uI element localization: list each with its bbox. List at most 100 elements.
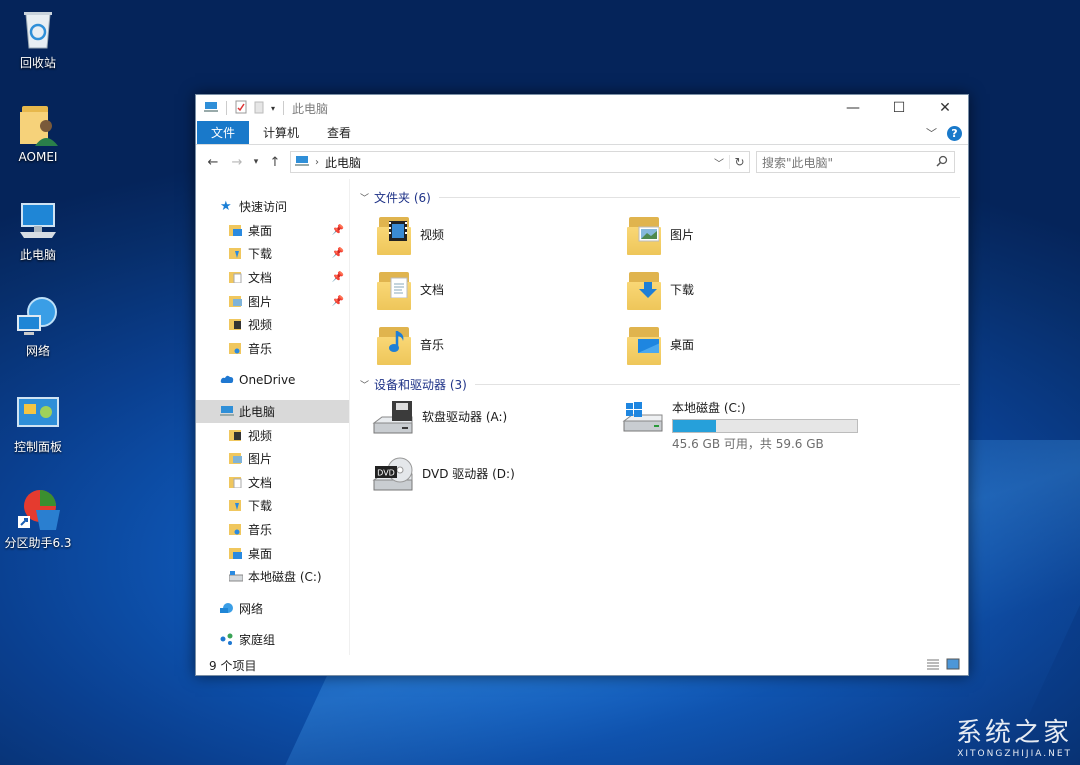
folder-label: 音乐	[420, 337, 445, 352]
nav-pc-pictures[interactable]: 图片	[196, 447, 349, 471]
tab-file[interactable]: 文件	[197, 121, 250, 144]
group-header-devices[interactable]: ﹀ 设备和驱动器 (3)	[360, 375, 960, 393]
group-header-folders[interactable]: ﹀ 文件夹 (6)	[360, 188, 960, 206]
nav-label: OneDrive	[239, 372, 296, 387]
control-panel-icon	[16, 390, 60, 434]
folder-desktop[interactable]: 桌面	[627, 323, 694, 365]
breadcrumb-this-pc[interactable]: 此电脑	[325, 154, 361, 171]
desktop-icon-network[interactable]: 网络	[0, 290, 76, 359]
drive-dvd[interactable]: DVD DVD 驱动器 (D:)	[372, 456, 515, 491]
nav-quick-access[interactable]: ★ 快速访问	[196, 195, 349, 219]
nav-quick-pictures[interactable]: 图片 📌	[196, 289, 349, 313]
desktop-icon-label: 回收站	[19, 56, 56, 70]
folder-videos[interactable]: 视频	[377, 213, 444, 255]
nav-quick-music[interactable]: 音乐	[196, 337, 349, 361]
forward-button[interactable]: →	[226, 151, 248, 173]
desktop-icon-aomei[interactable]: AOMEI	[0, 98, 76, 164]
pictures-folder-icon	[229, 295, 243, 308]
drive-space-text: 45.6 GB 可用，共 59.6 GB	[672, 437, 824, 451]
nav-pc-music[interactable]: 音乐	[196, 518, 349, 542]
dvd-drive-icon: DVD	[372, 456, 414, 491]
pin-icon[interactable]: 📌	[332, 248, 344, 259]
folder-label: 桌面	[670, 337, 695, 352]
this-pc-small-icon	[204, 101, 218, 116]
details-view-icon[interactable]	[926, 658, 940, 673]
customize-quick-access-icon[interactable]: ▾	[271, 104, 275, 113]
maximize-button[interactable]: ☐	[876, 95, 922, 121]
address-dropdown-icon[interactable]: ﹀	[709, 155, 729, 170]
collapse-chevron-icon[interactable]: ﹀	[360, 378, 374, 391]
search-input[interactable]: 搜索"此电脑"	[756, 151, 955, 173]
folder-label: 文档	[420, 282, 445, 297]
documents-folder-icon	[229, 476, 243, 489]
breadcrumb-separator-icon[interactable]: ›	[315, 157, 319, 168]
search-icon	[936, 155, 948, 170]
desktop-icon-label: 分区助手6.3	[4, 536, 72, 550]
minimize-button[interactable]: —	[830, 95, 876, 121]
pin-icon[interactable]: 📌	[332, 225, 344, 236]
watermark: 系统之家 XITONGZHIJIA.NET	[956, 712, 1072, 759]
navigation-bar: ← → ▾ ↑ › 此电脑 ﹀ ↻ 搜索"此电脑"	[196, 145, 968, 179]
pin-icon[interactable]: 📌	[332, 296, 344, 307]
folder-music[interactable]: 音乐	[377, 323, 444, 365]
folder-pictures[interactable]: 图片	[627, 213, 694, 255]
nav-onedrive[interactable]: OneDrive	[196, 368, 349, 392]
desktop-icon-this-pc[interactable]: 此电脑	[0, 194, 76, 263]
item-count: 9 个项目	[209, 658, 257, 673]
nav-pc-documents[interactable]: 文档	[196, 471, 349, 495]
network-icon	[220, 602, 234, 615]
nav-pc-videos[interactable]: 视频	[196, 423, 349, 447]
collapse-chevron-icon[interactable]: ﹀	[360, 191, 374, 204]
nav-this-pc[interactable]: 此电脑	[196, 399, 349, 424]
nav-quick-videos[interactable]: 视频	[196, 313, 349, 337]
drive-floppy[interactable]: 软盘驱动器 (A:)	[372, 399, 507, 434]
back-button[interactable]: ←	[202, 151, 224, 173]
large-icons-view-icon[interactable]	[946, 658, 960, 673]
desktop-icon-recycle-bin[interactable]: 回收站	[0, 2, 76, 71]
videos-folder-icon	[377, 213, 411, 255]
desktop-icon-control-panel[interactable]: 控制面板	[0, 386, 76, 455]
close-button[interactable]: ✕	[922, 95, 968, 121]
drive-local-c[interactable]: 本地磁盘 (C:) 45.6 GB 可用，共 59.6 GB	[622, 399, 858, 452]
tab-view[interactable]: 查看	[313, 121, 365, 144]
nav-label: 图片	[248, 452, 273, 467]
downloads-folder-icon	[229, 247, 243, 260]
nav-pc-desktop[interactable]: 桌面	[196, 541, 349, 565]
videos-folder-icon	[229, 318, 243, 331]
expand-ribbon-chevron-icon[interactable]: ﹀	[926, 125, 937, 141]
desktop-folder-icon	[229, 547, 243, 560]
search-placeholder: 搜索"此电脑"	[762, 155, 834, 170]
dvd-badge: DVD	[377, 469, 395, 478]
nav-quick-downloads[interactable]: 下载 📌	[196, 242, 349, 266]
recent-locations-icon[interactable]: ▾	[250, 151, 262, 173]
help-icon[interactable]: ?	[947, 125, 962, 141]
nav-label: 音乐	[248, 523, 273, 538]
pin-icon[interactable]: 📌	[332, 272, 344, 283]
properties-icon[interactable]	[235, 100, 247, 117]
nav-homegroup[interactable]: 家庭组	[196, 628, 349, 652]
up-button[interactable]: ↑	[264, 151, 286, 173]
new-folder-icon[interactable]	[253, 100, 265, 117]
folder-documents[interactable]: 文档	[377, 268, 444, 310]
pictures-folder-icon	[627, 213, 661, 255]
nav-label: 网络	[239, 601, 264, 616]
nav-pc-downloads[interactable]: 下载	[196, 494, 349, 518]
nav-label: 视频	[248, 318, 273, 333]
desktop-icon-label: 此电脑	[19, 248, 56, 262]
refresh-icon[interactable]: ↻	[729, 155, 749, 169]
windows-drive-icon	[622, 399, 664, 433]
desktop-icon-partition-assistant[interactable]: 分区助手6.3	[0, 482, 76, 551]
nav-quick-documents[interactable]: 文档 📌	[196, 266, 349, 290]
ribbon: 文件 计算机 查看 ﹀ ?	[196, 121, 968, 145]
nav-network[interactable]: 网络	[196, 597, 349, 621]
tab-computer[interactable]: 计算机	[249, 121, 313, 144]
cloud-icon	[220, 373, 234, 386]
nav-label: 桌面	[248, 223, 273, 238]
address-bar[interactable]: › 此电脑 ﹀ ↻	[290, 151, 750, 173]
nav-label: 文档	[248, 271, 273, 286]
nav-label: 图片	[248, 294, 273, 309]
nav-quick-desktop[interactable]: 桌面 📌	[196, 219, 349, 243]
folder-downloads[interactable]: 下载	[627, 268, 694, 310]
nav-label: 桌面	[248, 546, 273, 561]
nav-pc-local-disk[interactable]: 本地磁盘 (C:)	[196, 565, 349, 589]
